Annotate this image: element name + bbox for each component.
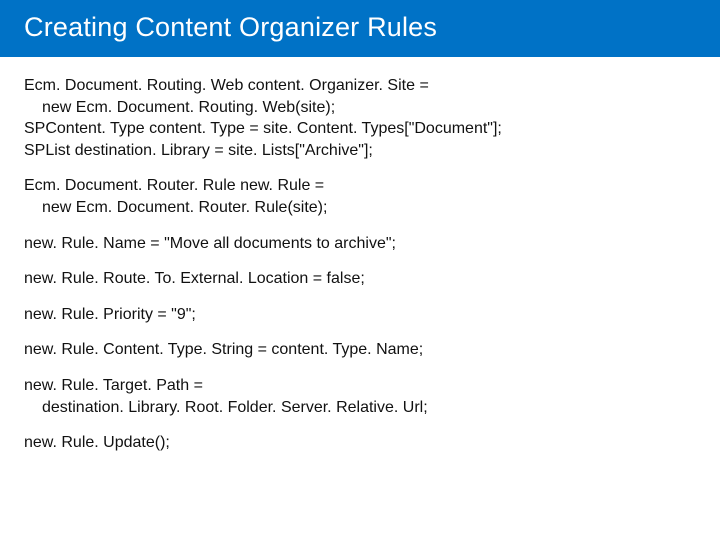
code-block: new. Rule. Name = "Move all documents to… (24, 233, 696, 255)
code-line: new. Rule. Name = "Move all documents to… (24, 233, 696, 255)
code-line: new. Rule. Target. Path = (24, 375, 696, 397)
slide: Creating Content Organizer Rules Ecm. Do… (0, 0, 720, 540)
code-listing: Ecm. Document. Routing. Web content. Org… (0, 57, 720, 454)
code-line: Ecm. Document. Routing. Web content. Org… (24, 75, 696, 97)
code-block: new. Rule. Priority = "9"; (24, 304, 696, 326)
code-line: new. Rule. Priority = "9"; (24, 304, 696, 326)
code-block: new. Rule. Route. To. External. Location… (24, 268, 696, 290)
code-line: new. Rule. Route. To. External. Location… (24, 268, 696, 290)
code-block: new. Rule. Update(); (24, 432, 696, 454)
code-block: new. Rule. Content. Type. String = conte… (24, 339, 696, 361)
code-block: Ecm. Document. Router. Rule new. Rule = … (24, 175, 696, 218)
code-block: new. Rule. Target. Path = destination. L… (24, 375, 696, 418)
code-line: SPContent. Type content. Type = site. Co… (24, 118, 696, 140)
code-line: new Ecm. Document. Router. Rule(site); (24, 197, 696, 219)
code-line: new. Rule. Content. Type. String = conte… (24, 339, 696, 361)
code-block: Ecm. Document. Routing. Web content. Org… (24, 75, 696, 161)
code-line: new Ecm. Document. Routing. Web(site); (24, 97, 696, 119)
code-line: destination. Library. Root. Folder. Serv… (24, 397, 696, 419)
code-line: SPList destination. Library = site. List… (24, 140, 696, 162)
code-line: new. Rule. Update(); (24, 432, 696, 454)
code-line: Ecm. Document. Router. Rule new. Rule = (24, 175, 696, 197)
slide-title: Creating Content Organizer Rules (0, 0, 720, 57)
